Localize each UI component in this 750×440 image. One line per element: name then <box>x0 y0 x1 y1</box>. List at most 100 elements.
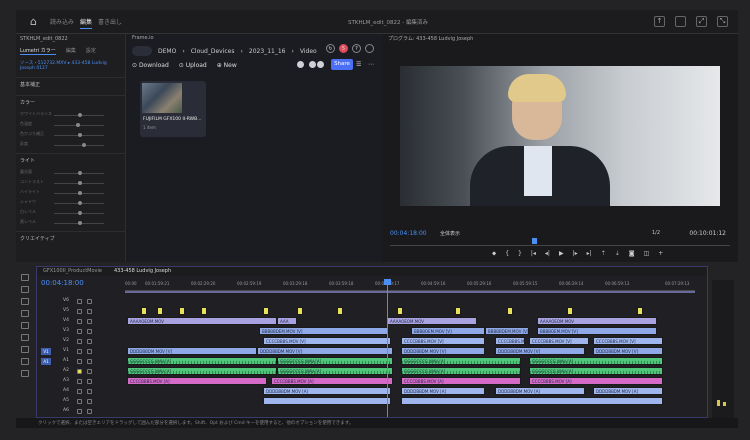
track-header-v4[interactable]: V4 <box>37 317 123 326</box>
title-clip[interactable] <box>263 307 269 315</box>
slider-row[interactable]: シャドウ <box>20 199 119 207</box>
tab-lp-edit[interactable]: 編集 <box>66 47 76 55</box>
type-tool-icon[interactable] <box>21 370 29 377</box>
step-forward-icon[interactable]: |▸ <box>573 250 578 258</box>
mute-icon[interactable] <box>77 369 82 374</box>
play-icon[interactable]: ▶ <box>559 250 564 258</box>
program-timecode[interactable]: 00:04:18:00 <box>390 230 427 237</box>
slider-row[interactable]: 色かぶり補正 <box>20 131 119 139</box>
track-header-a1[interactable]: A1 A1 <box>37 357 123 366</box>
tab-sequence-ludvig[interactable]: 433-458 Ludvig Joseph <box>114 268 171 275</box>
asset-card[interactable]: FUJIFILM GFX100 II-RWB... 1 item <box>140 81 206 137</box>
comparison-icon[interactable]: ◫ <box>644 250 650 258</box>
resolution-dropdown[interactable]: 1/2 <box>652 230 660 236</box>
fullscreen-icon[interactable]: ⤢ <box>696 16 707 27</box>
slider-knob[interactable] <box>82 143 86 147</box>
clip-v1[interactable]: CCCCBBBS.MOV [V] <box>529 337 589 345</box>
lock-icon[interactable] <box>77 329 82 334</box>
clip-v1[interactable]: CCCCBBBS.MOV [V] <box>263 337 391 345</box>
step-back-icon[interactable]: ◂| <box>545 250 550 258</box>
go-to-out-icon[interactable]: ▸| <box>587 250 592 258</box>
track-header-a3[interactable]: A3 <box>37 377 123 386</box>
avatar[interactable] <box>296 60 305 69</box>
clip-a1[interactable]: GGGGCCCG.WAV [A] <box>127 357 277 365</box>
clip-a2[interactable]: GGGGCCCG.WAV [A] <box>529 367 663 375</box>
in-point-icon[interactable]: { <box>505 250 509 258</box>
clip-v1[interactable]: CCCCBBBS.MOV [V] <box>593 337 663 345</box>
timeline-playhead[interactable] <box>384 279 391 417</box>
title-clip[interactable] <box>297 307 303 315</box>
clip-a3[interactable]: CCCCBBBS.MOV [A] <box>401 377 521 385</box>
clip-a5[interactable] <box>263 397 391 405</box>
home-icon[interactable]: ⌂ <box>30 16 42 28</box>
lift-icon[interactable]: ⇡ <box>601 250 606 258</box>
title-clip[interactable] <box>637 307 643 315</box>
mute-icon[interactable] <box>77 379 82 384</box>
track-select-icon[interactable] <box>21 286 29 293</box>
solo-icon[interactable] <box>87 399 92 404</box>
source-patch-a1[interactable]: A1 <box>41 358 51 365</box>
add-button-icon[interactable]: + <box>658 250 663 258</box>
track-header-a4[interactable]: A4 <box>37 387 123 396</box>
slider-knob[interactable] <box>78 113 82 117</box>
hand-tool-icon[interactable] <box>21 358 29 365</box>
track-header-v1[interactable]: V1 V1 <box>37 347 123 356</box>
razor-tool-icon[interactable] <box>21 310 29 317</box>
solo-icon[interactable] <box>87 359 92 364</box>
title-clip[interactable] <box>179 307 185 315</box>
clip-a4[interactable]: DDDDBBDM.MOV [A] <box>263 387 391 395</box>
clip-v1-base[interactable]: DDDDBBDM.MOV [V] <box>127 347 257 355</box>
clip-v3[interactable]: AAAAOEOM.MOV <box>537 317 657 325</box>
work-area-bar[interactable] <box>125 291 695 293</box>
clip-a2[interactable]: GGGGCCCG.WAV [A] <box>277 367 393 375</box>
help-icon[interactable]: ? <box>352 44 361 53</box>
clip-v3[interactable]: AAAAOEOM.MOV <box>387 317 477 325</box>
clip-v2[interactable]: BBBBBDEM.MOV [V] <box>485 327 529 335</box>
track-header-a5[interactable]: A5 <box>37 397 123 406</box>
slider-knob[interactable] <box>78 133 82 137</box>
eye-icon[interactable] <box>87 339 92 344</box>
tab-lp-settings[interactable]: 設定 <box>86 47 96 55</box>
pen-tool-icon[interactable] <box>21 334 29 341</box>
share-button[interactable]: Share <box>331 59 353 70</box>
list-view-icon[interactable]: ☰ <box>356 61 361 68</box>
slider-row[interactable]: 色温度 <box>20 121 119 129</box>
slider-row[interactable]: 露光量 <box>20 169 119 177</box>
solo-icon[interactable] <box>87 389 92 394</box>
tab-export[interactable]: 書き出し <box>98 17 122 26</box>
clip-a4[interactable]: DDDDBBDM.MOV [A] <box>495 387 585 395</box>
clip-a3[interactable]: CCCCBBBS.MOV [A] <box>271 377 393 385</box>
track-header-a6[interactable]: A6 <box>37 407 123 416</box>
eye-icon[interactable] <box>87 299 92 304</box>
mute-icon[interactable] <box>77 399 82 404</box>
solo-icon[interactable] <box>87 409 92 414</box>
mute-icon[interactable] <box>77 359 82 364</box>
clip-a4[interactable]: DDDDBBDM.MOV [A] <box>593 387 663 395</box>
lock-icon[interactable] <box>77 309 82 314</box>
crumb-cloud-devices[interactable]: Cloud_Devices <box>191 48 235 55</box>
crumb-video[interactable]: Video <box>300 48 317 55</box>
slider-knob[interactable] <box>78 201 82 205</box>
title-clip[interactable] <box>455 307 461 315</box>
tab-edit[interactable]: 編集 <box>80 17 93 29</box>
slider-row[interactable]: ハイライト <box>20 189 119 197</box>
mute-icon[interactable] <box>77 409 82 414</box>
track-header-v5[interactable]: V5 <box>37 307 123 316</box>
eye-icon[interactable] <box>87 319 92 324</box>
selection-tool-icon[interactable] <box>21 274 29 281</box>
slider-row[interactable]: ホワイトバランス <box>20 111 119 119</box>
clip-a5[interactable] <box>401 397 663 405</box>
clip-a4[interactable]: DDDDBBDM.MOV [A] <box>401 387 485 395</box>
clip-v1-base[interactable]: DDDDBBDM.MOV [V] <box>495 347 585 355</box>
eye-icon[interactable] <box>87 309 92 314</box>
lock-icon[interactable] <box>77 349 82 354</box>
out-point-icon[interactable]: } <box>518 250 522 258</box>
crumb-demo[interactable]: DEMO <box>158 48 176 55</box>
section-creative[interactable]: クリエイティブ <box>16 231 125 245</box>
upload-button[interactable]: ⊙ Upload <box>179 62 207 69</box>
slider-row[interactable]: コントラスト <box>20 179 119 187</box>
title-clip[interactable] <box>337 307 343 315</box>
download-button[interactable]: ⊙ Download <box>132 62 169 69</box>
extract-icon[interactable]: ⇣ <box>615 250 620 258</box>
lock-icon[interactable] <box>77 299 82 304</box>
